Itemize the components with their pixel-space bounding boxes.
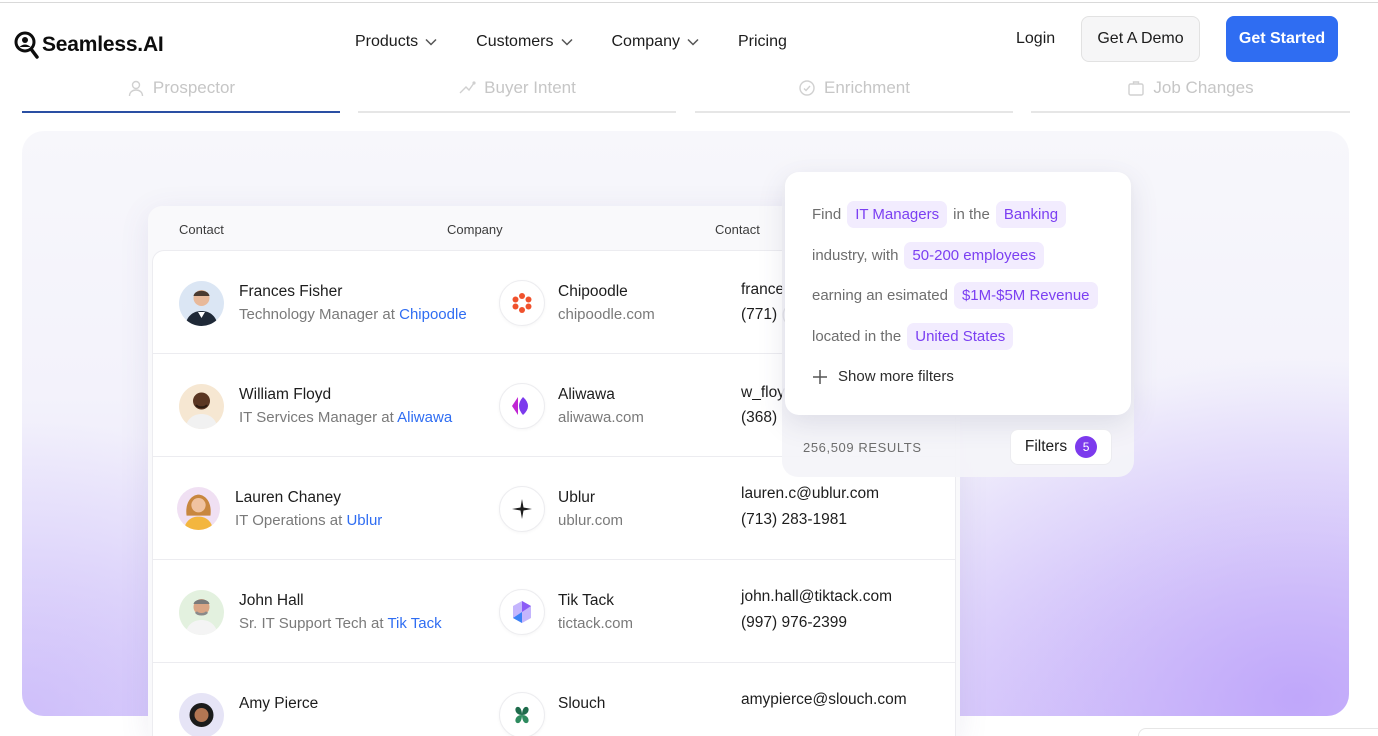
login-link[interactable]: Login <box>1016 30 1055 48</box>
chevron-down-icon <box>687 38 699 46</box>
company-link[interactable]: Chipoodle <box>399 306 467 323</box>
nav-pricing-label: Pricing <box>737 33 787 50</box>
tab-underline <box>695 111 1013 113</box>
filters-button[interactable]: Filters 5 <box>1010 429 1112 465</box>
brand-logo[interactable]: Seamless.AI <box>13 30 164 60</box>
company-domain: ublur.com <box>558 512 624 529</box>
nav-pricing[interactable]: Pricing <box>738 33 787 51</box>
company-name: Aliwawa <box>558 386 615 403</box>
tab-underline <box>22 111 340 113</box>
tab-enrichment-label: Enrichment <box>824 77 910 97</box>
filter-chip-revenue[interactable]: $1M-$5M Revenue <box>953 282 1098 309</box>
column-header-contact: Contact <box>179 222 224 237</box>
company-name: Ublur <box>558 489 596 506</box>
table-row[interactable]: John Hall Sr. IT Support Tech at Tik Tac… <box>153 560 955 663</box>
filter-chip-employees[interactable]: 50-200 employees <box>904 242 1044 269</box>
filters-count-badge: 5 <box>1075 436 1098 458</box>
results-count: 256,509 RESULTS <box>803 440 922 455</box>
filter-chip-location[interactable]: United States <box>907 323 1014 350</box>
intent-icon <box>459 80 476 93</box>
nav-products[interactable]: Products <box>355 33 437 51</box>
brand-name: Seamless.AI <box>42 33 164 56</box>
company-name: Slouch <box>558 695 606 712</box>
contact-role: Sr. IT Support Tech at Tik Tack <box>239 615 442 632</box>
slouch-logo-icon <box>499 692 545 736</box>
filter-panel: Find IT Managers in the Banking industry… <box>782 172 1134 477</box>
aliwawa-logo-icon <box>499 383 545 429</box>
nav-company[interactable]: Company <box>612 33 699 51</box>
person-icon <box>128 80 144 96</box>
contact-email[interactable]: w_floy <box>741 384 785 402</box>
contact-name: Lauren Chaney <box>235 489 341 506</box>
ublur-logo-icon <box>499 486 545 532</box>
contact-email[interactable]: john.hall@tiktack.com <box>741 588 892 606</box>
company-domain: tictack.com <box>558 615 634 632</box>
company-name: Tik Tack <box>558 592 614 609</box>
filter-chip-title[interactable]: IT Managers <box>847 201 948 228</box>
table-row[interactable]: Amy Pierce Slouch amypierce@slouch.com <box>153 663 955 736</box>
contact-name: John Hall <box>239 592 304 609</box>
tiktack-logo-icon <box>499 589 545 635</box>
chevron-down-icon <box>425 38 437 46</box>
nav-products-label: Products <box>355 33 419 50</box>
contact-name: Frances Fisher <box>239 283 343 300</box>
avatar <box>179 693 224 736</box>
tab-prospector-label: Prospector <box>152 77 236 97</box>
contact-role: IT Operations at Ublur <box>235 512 383 529</box>
avatar <box>179 281 224 326</box>
avatar <box>177 487 220 530</box>
show-more-filters[interactable]: Show more filters <box>812 368 954 385</box>
contact-phone[interactable]: (713) 283-1981 <box>741 511 847 529</box>
filter-line-title: Find IT Managers in the Banking <box>812 201 1067 228</box>
filter-line-revenue: earning an esimated $1M-$5M Revenue <box>812 282 1098 309</box>
enrichment-icon <box>799 79 815 96</box>
chipoodle-logo-icon <box>499 280 545 326</box>
contact-name: Amy Pierce <box>239 695 319 712</box>
contact-email[interactable]: amypierce@slouch.com <box>741 691 907 709</box>
contact-phone[interactable]: (368) <box>741 409 777 427</box>
filter-line-location: located in the United States <box>812 323 1014 350</box>
filter-chip-industry[interactable]: Banking <box>995 201 1067 228</box>
nav-customers-label: Customers <box>476 33 554 50</box>
nav-company-label: Company <box>611 33 680 50</box>
chevron-down-icon <box>560 38 573 46</box>
filter-line-employees: industry, with 50-200 employees <box>812 242 1044 269</box>
logo-magnifier-icon <box>14 31 39 59</box>
get-demo-button[interactable]: Get A Demo <box>1081 16 1200 62</box>
plus-icon <box>813 369 827 384</box>
floating-widget-edge <box>1138 728 1378 736</box>
contact-role: IT Services Manager at Aliwawa <box>239 409 453 426</box>
get-started-button[interactable]: Get Started <box>1226 16 1338 62</box>
column-header-contact-info: Contact <box>715 222 760 237</box>
tab-job-changes-label: Job Changes <box>1153 77 1254 97</box>
avatar <box>179 384 224 429</box>
contact-email[interactable]: france <box>741 281 784 299</box>
avatar <box>179 590 224 635</box>
tab-underline <box>358 111 676 113</box>
contact-email[interactable]: lauren.c@ublur.com <box>741 485 879 503</box>
company-link[interactable]: Aliwawa <box>397 409 452 426</box>
company-domain: chipoodle.com <box>558 306 655 323</box>
nav-menu: Products Customers Company Pricing <box>355 33 787 51</box>
tab-underline <box>1031 111 1350 113</box>
tab-buyer-intent-label: Buyer Intent <box>484 77 576 97</box>
column-header-company: Company <box>447 222 503 237</box>
company-link[interactable]: Tik Tack <box>387 615 441 632</box>
company-name: Chipoodle <box>558 283 628 300</box>
top-navigation: Seamless.AI Products Customers Company P… <box>0 0 1378 70</box>
company-link[interactable]: Ublur <box>346 512 382 529</box>
briefcase-icon <box>1128 80 1145 96</box>
nav-customers[interactable]: Customers <box>476 33 573 51</box>
company-domain: aliwawa.com <box>558 409 644 426</box>
contact-phone[interactable]: (771) ( <box>741 306 787 324</box>
filters-button-label: Filters <box>1024 438 1068 455</box>
contact-role: Technology Manager at Chipoodle <box>239 306 467 323</box>
contact-phone[interactable]: (997) 976-2399 <box>741 614 847 632</box>
filter-card: Find IT Managers in the Banking industry… <box>785 172 1131 415</box>
contact-name: William Floyd <box>239 386 332 403</box>
